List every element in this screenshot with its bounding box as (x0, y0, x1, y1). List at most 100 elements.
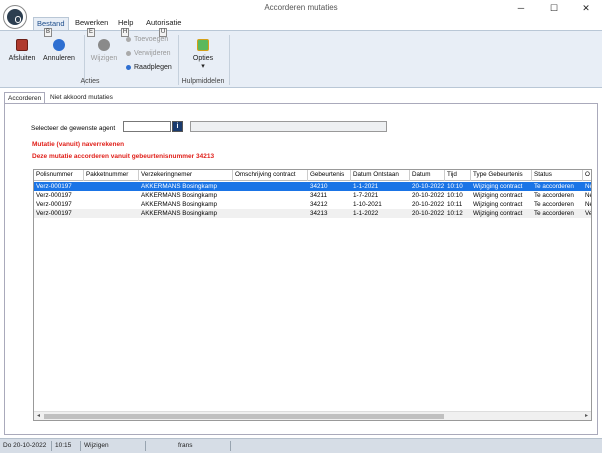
table-row[interactable]: Verz-000197 AKKERMANS Bosingkamp 34212 1… (34, 200, 591, 209)
cell-datum-ontstaan: 1-1-2022 (353, 210, 379, 217)
exit-door-icon (16, 39, 28, 51)
annuleren-label: Annuleren (43, 55, 75, 62)
cell-gebeurtenis: 34213 (310, 210, 328, 217)
message-naverrekenen: Mutatie (vanuit) naverrekenen (32, 141, 125, 148)
column-header[interactable]: Gebeurtenis (308, 170, 351, 181)
cell-type: Wijziging contract (473, 192, 523, 199)
table-row[interactable]: Verz-000197 AKKERMANS Bosingkamp 34213 1… (34, 209, 592, 218)
column-header[interactable]: Polisnummer (34, 170, 84, 181)
cell-o: Ne (585, 201, 591, 208)
column-header[interactable]: Datum Ontstaan (351, 170, 410, 181)
cell-status: Te accorderen (534, 183, 574, 190)
verwijderen-button[interactable]: Verwijderen (126, 50, 171, 57)
grid-header: Polisnummer Pakketnummer Verzekeringneme… (34, 170, 591, 181)
cell-datum-ontstaan: 1-1-2021 (353, 183, 379, 190)
status-separator (80, 441, 81, 451)
cell-pakketnummer (84, 191, 139, 200)
scrollbar-thumb[interactable] (44, 414, 444, 419)
status-separator (145, 441, 146, 451)
keytip-u: U (159, 28, 167, 37)
cell-status: Te accorderen (534, 210, 574, 217)
cell-gebeurtenis: 34210 (310, 183, 328, 190)
annuleren-button[interactable]: Annuleren (41, 39, 77, 62)
keytip-h: H (121, 28, 129, 37)
cell-tijd: 10:11 (447, 201, 463, 208)
cell-polisnummer: Verz-000197 (36, 183, 72, 190)
status-bar: Do 20-10-2022 10:15 Wijzigen frans (0, 438, 602, 453)
table-row[interactable]: Verz-000197 AKKERMANS Bosingkamp 34211 1… (34, 191, 591, 200)
view-icon (126, 64, 131, 70)
column-header[interactable]: Pakketnummer (84, 170, 139, 181)
add-icon (126, 36, 131, 42)
verwijderen-label: Verwijderen (134, 50, 171, 57)
cell-pakketnummer (84, 182, 139, 191)
ribbon: Afsluiten Annuleren Wijzigen Toevoegen V… (0, 30, 602, 88)
application-menu-button[interactable] (3, 5, 27, 29)
status-date: Do 20-10-2022 (3, 442, 47, 449)
raadplegen-button[interactable]: Raadplegen (126, 64, 172, 71)
opties-label: Opties (192, 55, 214, 62)
cell-datum: 20-10-2022 (412, 201, 445, 208)
cell-datum: 20-10-2022 (412, 210, 445, 217)
cell-gebeurtenis: 34212 (310, 201, 328, 208)
afsluiten-button[interactable]: Afsluiten (6, 39, 38, 62)
table-row[interactable]: Verz-000197 AKKERMANS Bosingkamp 34210 1… (34, 182, 591, 191)
message-accorderen: Deze mutatie accorderen vanuit gebeurten… (32, 153, 215, 160)
cell-o: Ne (585, 192, 591, 199)
opties-button[interactable]: Opties ▾ (186, 39, 220, 70)
column-header[interactable]: Type Gebeurtenis (471, 170, 532, 181)
info-icon[interactable]: i (172, 121, 183, 132)
mutations-grid: Polisnummer Pakketnummer Verzekeringneme… (33, 169, 592, 421)
options-icon (197, 39, 209, 51)
delete-icon (126, 50, 131, 56)
maximize-button[interactable]: ☐ (538, 0, 570, 17)
cell-polisnummer: Verz-000197 (36, 192, 72, 199)
status-time: 10:15 (55, 442, 72, 449)
cell-status: Te accorderen (534, 192, 574, 199)
cell-o: Ve (585, 210, 592, 217)
cell-omschrijving (233, 191, 308, 200)
opties-dropdown-icon: ▾ (201, 63, 205, 70)
column-header[interactable]: Status (532, 170, 583, 181)
cell-datum: 20-10-2022 (412, 183, 445, 190)
status-mode: Wijzigen (84, 442, 109, 449)
agent-name-field (190, 121, 387, 132)
wijzigen-button[interactable]: Wijzigen (88, 39, 120, 62)
cell-gebeurtenis: 34211 (310, 192, 328, 199)
toevoegen-button[interactable]: Toevoegen (126, 36, 168, 43)
cell-verzekeringnemer: AKKERMANS Bosingkamp (141, 210, 217, 217)
cell-polisnummer: Verz-000197 (36, 210, 72, 217)
close-button[interactable]: ✕ (570, 0, 602, 17)
wijzigen-label: Wijzigen (90, 55, 118, 62)
cell-omschrijving (233, 182, 308, 191)
content-panel: Selecteer de gewenste agent i Mutatie (v… (4, 103, 598, 435)
column-header[interactable]: Tijd (445, 170, 471, 181)
cell-tijd: 10:10 (447, 192, 463, 199)
column-header[interactable]: Datum (410, 170, 445, 181)
cell-status: Te accorderen (534, 201, 574, 208)
cell-datum-ontstaan: 1-7-2021 (353, 192, 379, 199)
cell-type: Wijziging contract (473, 210, 523, 217)
scroll-right-icon[interactable]: ▸ (582, 412, 591, 420)
keytip-e: E (87, 28, 95, 37)
ribbon-separator (229, 35, 230, 85)
cell-verzekeringnemer: AKKERMANS Bosingkamp (141, 192, 217, 199)
cell-tijd: 10:10 (447, 183, 463, 190)
horizontal-scrollbar[interactable]: ◂ ▸ (34, 411, 591, 420)
cell-pakketnummer (84, 200, 139, 209)
scroll-left-icon[interactable]: ◂ (34, 412, 43, 420)
minimize-button[interactable]: ─ (505, 0, 537, 17)
cell-type: Wijziging contract (473, 201, 523, 208)
column-header[interactable]: O (583, 170, 591, 181)
afsluiten-label: Afsluiten (8, 55, 36, 62)
toevoegen-label: Toevoegen (134, 36, 169, 43)
group-acties-label: Acties (80, 78, 100, 85)
agent-input[interactable] (123, 121, 171, 132)
column-header[interactable]: Verzekeringnemer (139, 170, 233, 181)
raadplegen-label: Raadplegen (134, 64, 172, 71)
column-header[interactable]: Omschrijving contract (233, 170, 308, 181)
edit-icon (98, 39, 110, 51)
cell-verzekeringnemer: AKKERMANS Bosingkamp (141, 201, 217, 208)
status-separator (51, 441, 52, 451)
cell-omschrijving (233, 200, 308, 209)
